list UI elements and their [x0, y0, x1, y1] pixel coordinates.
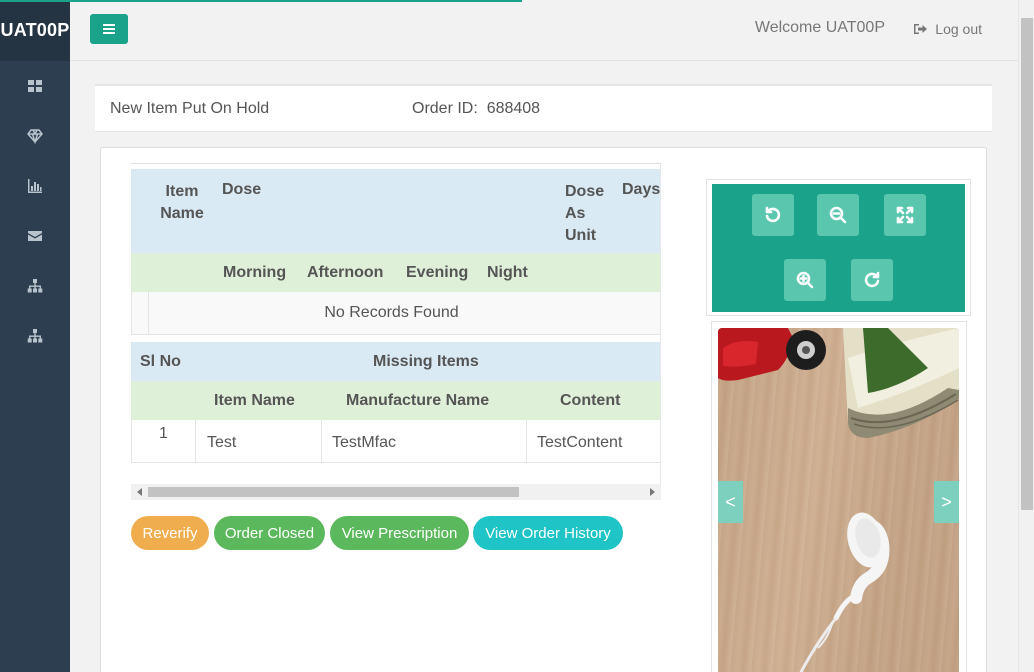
zoom-out-button[interactable] [817, 194, 859, 236]
fullscreen-button[interactable] [884, 194, 926, 236]
rotate-right-icon [864, 271, 880, 288]
prescription-photo [718, 328, 959, 672]
sitemap-icon [27, 329, 43, 343]
prescription-image[interactable] [718, 328, 959, 672]
diamond-icon [27, 129, 43, 144]
col-evening: Evening [406, 264, 469, 281]
col-manufacture-name: Manufacture Name [346, 392, 490, 409]
col-afternoon: Afternoon [307, 264, 384, 281]
col-dose: Dose [222, 181, 262, 198]
zoom-out-icon [829, 206, 847, 224]
row-manufacturer: TestMfac [332, 434, 397, 451]
sidebar-item-reports[interactable] [0, 161, 70, 211]
welcome-text: Welcome UAT00P [754, 19, 885, 36]
scroll-left-arrow-icon[interactable] [137, 488, 142, 496]
image-toolbar [712, 184, 965, 312]
zoom-in-icon [796, 271, 814, 289]
bar-chart-icon [28, 179, 42, 193]
col-content: Content [560, 392, 621, 409]
col-days: Days [622, 181, 661, 198]
col-item-name: Item Name [160, 183, 204, 222]
title-panel: New Item Put On Hold Order ID: 688408 [95, 84, 992, 132]
missing-items-title: Missing Items [373, 353, 479, 370]
order-id-label: Order ID: [412, 100, 478, 117]
reverify-button[interactable]: Reverify [131, 516, 209, 550]
sign-out-icon [914, 24, 928, 34]
sidebar-item-diamond[interactable] [0, 111, 70, 161]
order-closed-button[interactable]: Order Closed [214, 516, 325, 550]
logout-label: Log out [935, 21, 982, 37]
tables-scroll-area[interactable]: Item Name Dose Dose As Unit Days Morning… [131, 163, 661, 500]
empty-message: No Records Found [324, 304, 459, 321]
envelope-icon [28, 231, 42, 241]
col-missing-item-name: Item Name [214, 392, 295, 409]
col-night: Night [487, 264, 528, 281]
view-prescription-button[interactable]: View Prescription [330, 516, 469, 550]
rotate-left-button[interactable] [752, 194, 794, 236]
sidebar-item-hierarchy-2[interactable] [0, 311, 70, 361]
order-id: Order ID: 688408 [412, 100, 540, 118]
dashboard-icon [28, 80, 42, 92]
image-prev-button[interactable]: < [718, 481, 743, 523]
view-order-history-button[interactable]: View Order History [473, 516, 623, 550]
page-scrollbar-thumb[interactable] [1021, 18, 1033, 510]
sidebar-item-messages[interactable] [0, 211, 70, 261]
table-scrollbar-thumb[interactable] [148, 487, 519, 497]
row-content: TestContent [537, 434, 623, 451]
rotate-left-icon [765, 206, 781, 223]
zoom-in-button[interactable] [784, 259, 826, 301]
col-sl-no: Sl No [140, 353, 181, 370]
image-next-button[interactable]: > [934, 481, 959, 523]
page-title: New Item Put On Hold [110, 100, 270, 117]
page-scrollbar[interactable] [1018, 0, 1034, 672]
hamburger-icon [103, 24, 115, 34]
sitemap-icon [27, 279, 43, 293]
page-load-progress [0, 0, 522, 2]
top-header: Welcome UAT00P Log out [70, 0, 1018, 61]
col-morning: Morning [223, 264, 287, 281]
order-id-value: 688408 [486, 100, 541, 117]
col-dose-as-unit: Dose As Unit [565, 183, 605, 244]
sidebar-item-hierarchy-1[interactable] [0, 261, 70, 311]
rotate-right-button[interactable] [851, 259, 893, 301]
menu-toggle-button[interactable] [90, 14, 128, 44]
row-sl-no: 1 [159, 425, 168, 442]
logout-link[interactable]: Log out [914, 21, 982, 37]
row-item-name: Test [207, 434, 237, 451]
scroll-right-arrow-icon[interactable] [650, 488, 655, 496]
sidebar: UAT00P [0, 0, 70, 672]
brand-logo: UAT00P [0, 0, 70, 61]
table-horizontal-scrollbar[interactable] [131, 484, 661, 500]
dose-subheader [131, 253, 660, 292]
expand-icon [896, 206, 914, 224]
sidebar-item-dashboard[interactable] [0, 61, 70, 111]
